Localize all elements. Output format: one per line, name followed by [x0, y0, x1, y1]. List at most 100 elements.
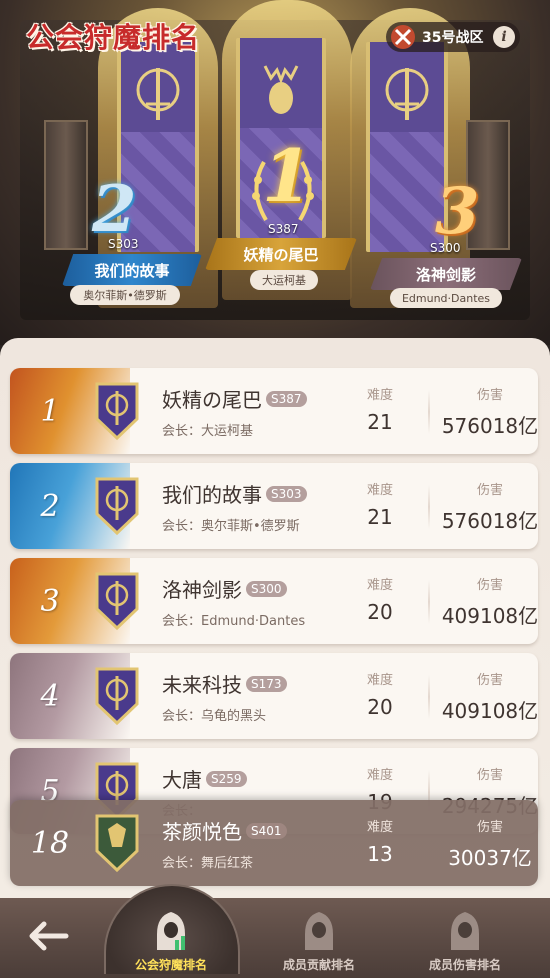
column-divider — [428, 485, 430, 529]
rank-number: 4 — [40, 678, 60, 714]
guild-name: 我们的故事 — [162, 483, 262, 507]
my-guild-server-badge: S401 — [246, 822, 287, 839]
info-icon[interactable]: i — [493, 26, 515, 48]
damage-value: 576018亿 — [441, 414, 538, 438]
server-badge: S300 — [246, 580, 287, 597]
sword-emblem-icon — [136, 68, 180, 120]
zone-badge[interactable]: 35号战区 i — [386, 22, 520, 52]
my-guild-difficulty: 13 — [367, 842, 393, 866]
my-guild-row[interactable]: 18 茶颜悦色 S401 会长：舞后红茶 难度 13 伤害 30037亿 — [10, 800, 538, 886]
server-badge: S387 — [266, 390, 307, 407]
zone-label: 35号战区 — [422, 30, 484, 46]
podium-guild-second[interactable]: 我们的故事 — [62, 254, 202, 286]
pillar-left — [44, 120, 88, 250]
podium-rank-first: 1 — [262, 133, 313, 218]
hooded-figure-icon — [305, 912, 333, 950]
guild-name: 大唐 — [162, 768, 202, 792]
difficulty-header: 难度 — [366, 388, 393, 403]
damage-header: 伤害 — [476, 673, 503, 688]
page-title: 公会狩魔排名 — [26, 21, 201, 54]
guild-name: 妖精の尾巴 — [162, 388, 262, 412]
guild-name-wrap: 未来科技 S173 — [162, 669, 287, 698]
podium-guild-third[interactable]: 洛神剑影 — [370, 258, 522, 290]
server-badge: S303 — [266, 485, 307, 502]
leader-prefix: 会长： — [162, 519, 202, 534]
guild-leader: Edmund·Dantes — [201, 614, 306, 629]
back-arrow-icon[interactable] — [26, 918, 70, 954]
guild-shield-icon — [95, 814, 139, 873]
podium-rank-third: 3 — [435, 174, 480, 249]
podium-rank-second: 2 — [92, 172, 137, 247]
rank-number: 3 — [40, 583, 60, 619]
difficulty-header: 难度 — [366, 578, 393, 593]
table-row[interactable]: 3 洛神剑影 S300 会长：Edmund·Dantes 难度 20 伤害 409108亿 — [10, 558, 538, 644]
my-guild-leader-wrap: 会长：舞后红茶 — [162, 852, 253, 871]
tab-label: 成员伤害排名 — [428, 958, 501, 972]
damage-header: 伤害 — [476, 820, 503, 835]
column-divider — [428, 390, 430, 434]
my-guild-leader: 舞后红茶 — [201, 856, 254, 871]
guild-shield-icon — [95, 572, 139, 631]
my-guild-damage: 30037亿 — [448, 846, 532, 870]
hooded-figure-icon — [157, 912, 185, 950]
guild-leader-wrap: 会长：乌龟的黑头 — [162, 705, 266, 724]
guild-name-wrap: 洛神剑影 S300 — [162, 574, 287, 603]
column-divider — [428, 675, 430, 719]
damage-value: 409108亿 — [441, 604, 538, 628]
leader-prefix: 会长： — [162, 856, 202, 871]
server-badge: S173 — [246, 675, 287, 692]
guild-leader-wrap: 会长：大运柯基 — [162, 420, 253, 439]
podium-leader-second: 奥尔菲斯•德罗斯 — [70, 285, 180, 305]
guild-name-wrap: 大唐 S259 — [162, 764, 247, 793]
tab-member-damage[interactable]: 成员伤害排名 — [410, 908, 520, 974]
leader-prefix: 会长： — [162, 614, 202, 629]
difficulty-header: 难度 — [366, 483, 393, 498]
tab-label: 成员贡献排名 — [282, 958, 355, 972]
my-guild-rank: 18 — [30, 825, 70, 861]
guild-shield-icon — [95, 667, 139, 726]
leader-prefix: 会长： — [162, 709, 202, 724]
difficulty-header: 难度 — [366, 673, 393, 688]
podium-server-third: S300 — [430, 241, 461, 255]
damage-header: 伤害 — [476, 578, 503, 593]
podium-server-second: S303 — [108, 237, 139, 251]
difficulty-value: 21 — [367, 410, 393, 434]
table-row[interactable]: 4 未来科技 S173 会长：乌龟的黑头 难度 20 伤害 409108亿 — [10, 653, 538, 739]
difficulty-header: 难度 — [366, 820, 393, 835]
guild-name: 洛神剑影 — [162, 578, 242, 602]
podium-leader-first: 大运柯基 — [250, 270, 318, 290]
bottom-nav: 公会狩魔排名 成员贡献排名 成员伤害排名 — [0, 884, 550, 978]
my-guild-name: 茶颜悦色 — [162, 820, 242, 844]
app-root: 2 1 3 S303 S387 S300 我们的故事 妖精の尾巴 洛神剑影 奥尔… — [0, 0, 550, 978]
rank-number: 1 — [40, 393, 60, 429]
podium-server-first: S387 — [268, 222, 299, 236]
damage-header: 伤害 — [476, 483, 503, 498]
difficulty-value: 21 — [367, 505, 393, 529]
guild-leader-wrap: 会长：Edmund·Dantes — [162, 610, 305, 629]
tab-guild-hunt-ranking[interactable]: 公会狩魔排名 — [116, 908, 226, 974]
table-row[interactable]: 2 我们的故事 S303 会长：奥尔菲斯•德罗斯 难度 21 伤害 576018亿 — [10, 463, 538, 549]
sword-emblem-icon — [385, 68, 429, 120]
difficulty-value: 20 — [367, 695, 393, 719]
tab-member-contribution[interactable]: 成员贡献排名 — [264, 908, 374, 974]
stag-emblem-icon — [263, 65, 299, 114]
guild-leader-wrap: 会长：奥尔菲斯•德罗斯 — [162, 515, 300, 534]
podium-guild-first[interactable]: 妖精の尾巴 — [205, 238, 357, 270]
leader-prefix: 会长： — [162, 424, 202, 439]
guild-name: 未来科技 — [162, 673, 242, 697]
difficulty-header: 难度 — [366, 768, 393, 783]
crossed-swords-icon — [391, 25, 415, 49]
hooded-figure-icon — [451, 912, 479, 950]
guild-shield-icon — [95, 382, 139, 441]
damage-value: 409108亿 — [441, 699, 538, 723]
guild-leader: 奥尔菲斯•德罗斯 — [201, 519, 300, 534]
server-badge: S259 — [206, 770, 247, 787]
podium-leader-third: Edmund·Dantes — [390, 288, 502, 308]
difficulty-value: 20 — [367, 600, 393, 624]
damage-value: 576018亿 — [441, 509, 538, 533]
column-divider — [428, 580, 430, 624]
guild-name-wrap: 我们的故事 S303 — [162, 479, 307, 508]
damage-header: 伤害 — [476, 388, 503, 403]
guild-shield-icon — [95, 477, 139, 536]
table-row[interactable]: 1 妖精の尾巴 S387 会长：大运柯基 难度 21 伤害 576018亿 — [10, 368, 538, 454]
